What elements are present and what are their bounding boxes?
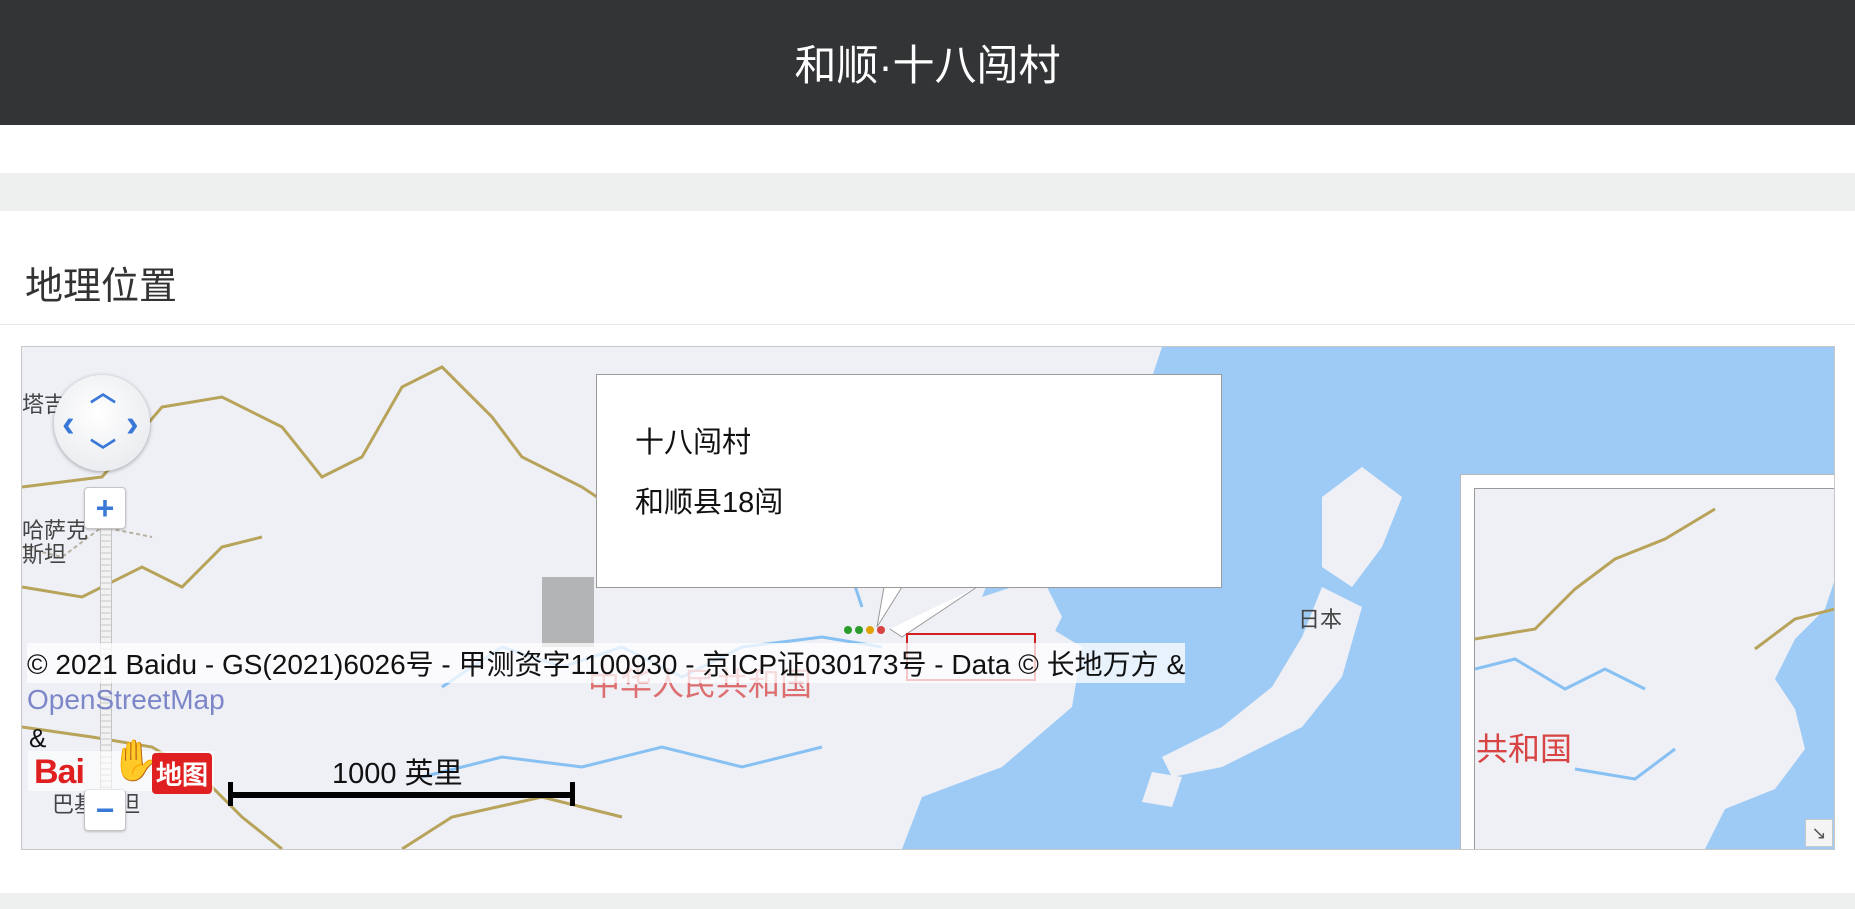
zoom-out-button[interactable]: −: [84, 789, 126, 831]
section-rule: [0, 324, 1855, 325]
overview-country-label: 共和国: [1476, 731, 1573, 767]
map-marker: [855, 626, 863, 634]
place-address: 和顺县18闯: [635, 487, 784, 519]
pan-right-icon[interactable]: ›: [126, 405, 139, 443]
page-header: 和顺·十八闯村: [0, 0, 1855, 125]
page-title: 和顺·十八闯村: [794, 42, 1061, 89]
label-japan: 日本: [1298, 607, 1343, 632]
logo-text: Bai: [34, 753, 85, 791]
copyright-ampersand: &: [29, 723, 47, 753]
zoom-in-button[interactable]: +: [84, 487, 126, 529]
scale-label: 1000 英里: [332, 758, 463, 790]
openstreetmap-link[interactable]: OpenStreetMap: [27, 684, 225, 716]
map-container[interactable]: 塔吉克 哈萨克 斯坦 巴基斯坦 日本 中华人民共和国 ︿ ﹀ ‹ › + − 十…: [21, 346, 1835, 850]
logo-text-map: 地图: [152, 753, 213, 794]
map-marker: [866, 626, 874, 634]
info-window: 十八闯村 和顺县18闯: [596, 374, 1222, 588]
pan-up-icon[interactable]: ︿: [90, 379, 116, 405]
street-view-block: [542, 577, 594, 647]
section-divider: [0, 173, 1855, 211]
pan-left-icon[interactable]: ‹: [62, 405, 75, 443]
section-title: 地理位置: [25, 266, 178, 308]
overview-toggle-button[interactable]: ↘: [1805, 819, 1833, 847]
baidu-map-logo[interactable]: Bai ✋ 地图: [28, 739, 214, 794]
pan-down-icon[interactable]: ﹀: [90, 439, 116, 465]
label-kazakh: 哈萨克 斯坦: [22, 518, 89, 567]
place-name: 十八闯村: [635, 427, 752, 459]
map-marker: [844, 626, 852, 634]
overview-map[interactable]: 共和国 ↘: [1460, 474, 1834, 849]
map-copyright: © 2021 Baidu - GS(2021)6026号 - 甲测资字11009…: [27, 643, 1186, 683]
pan-control[interactable]: ︿ ﹀ ‹ ›: [54, 375, 150, 471]
overview-map-inner[interactable]: 共和国 ↘: [1474, 488, 1834, 849]
map-marker: [877, 626, 885, 634]
bottom-divider: [0, 893, 1855, 909]
overview-base: [1475, 507, 1834, 849]
